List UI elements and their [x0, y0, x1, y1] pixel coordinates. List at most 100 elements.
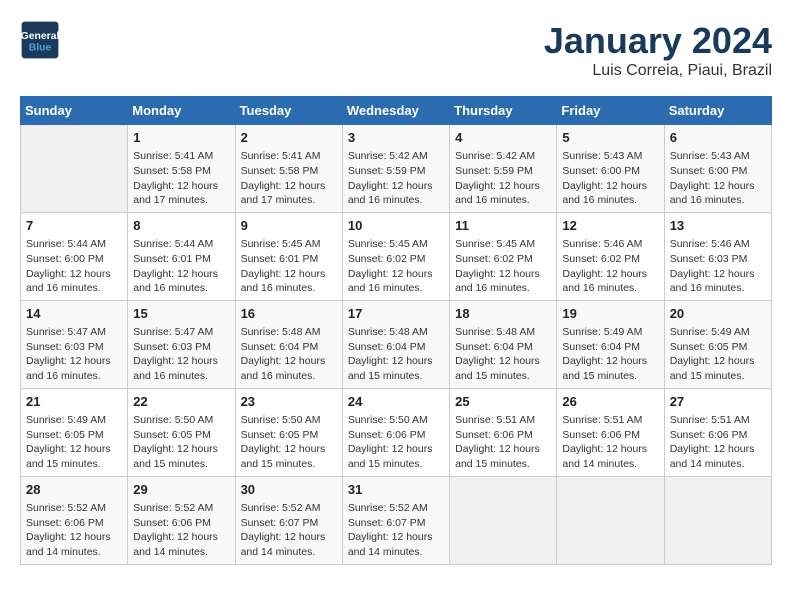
day-info: Sunrise: 5:51 AM Sunset: 6:06 PM Dayligh…	[455, 413, 551, 472]
day-info: Sunrise: 5:52 AM Sunset: 6:06 PM Dayligh…	[133, 501, 229, 560]
svg-text:General: General	[21, 31, 60, 42]
day-number: 28	[26, 481, 122, 499]
day-number: 22	[133, 393, 229, 411]
day-number: 10	[348, 217, 444, 235]
day-info: Sunrise: 5:48 AM Sunset: 6:04 PM Dayligh…	[348, 325, 444, 384]
calendar-cell: 13 Sunrise: 5:46 AM Sunset: 6:03 PM Dayli…	[664, 212, 771, 300]
day-info: Sunrise: 5:48 AM Sunset: 6:04 PM Dayligh…	[455, 325, 551, 384]
day-number: 15	[133, 305, 229, 323]
day-info: Sunrise: 5:50 AM Sunset: 6:06 PM Dayligh…	[348, 413, 444, 472]
calendar-week-row: 21Sunrise: 5:49 AM Sunset: 6:05 PM Dayli…	[21, 388, 772, 476]
day-info: Sunrise: 5:42 AM Sunset: 5:59 PM Dayligh…	[348, 149, 444, 208]
day-number: 7	[26, 217, 122, 235]
calendar-week-row: 7 Sunrise: 5:44 AM Sunset: 6:00 PM Daylig…	[21, 212, 772, 300]
calendar-week-row: 14 Sunrise: 5:47 AM Sunset: 6:03 PM Dayli…	[21, 300, 772, 388]
calendar-cell: 8 Sunrise: 5:44 AM Sunset: 6:01 PM Daylig…	[128, 212, 235, 300]
calendar-cell: 17 Sunrise: 5:48 AM Sunset: 6:04 PM Dayli…	[342, 300, 449, 388]
day-number: 21	[26, 393, 122, 411]
day-info: Sunrise: 5:50 AM Sunset: 6:05 PM Dayligh…	[133, 413, 229, 472]
day-info: Sunrise: 5:43 AM Sunset: 6:00 PM Dayligh…	[670, 149, 766, 208]
calendar-cell	[664, 476, 771, 564]
calendar-cell: 24Sunrise: 5:50 AM Sunset: 6:06 PM Dayli…	[342, 388, 449, 476]
weekday-header: Saturday	[664, 97, 771, 125]
weekday-header: Sunday	[21, 97, 128, 125]
day-number: 16	[241, 305, 337, 323]
weekday-header: Monday	[128, 97, 235, 125]
calendar-cell: 29 Sunrise: 5:52 AM Sunset: 6:06 PM Dayli…	[128, 476, 235, 564]
calendar-cell: 18Sunrise: 5:48 AM Sunset: 6:04 PM Dayli…	[450, 300, 557, 388]
day-info: Sunrise: 5:52 AM Sunset: 6:06 PM Dayligh…	[26, 501, 122, 560]
logo: General Blue	[20, 20, 64, 60]
calendar-cell: 30 Sunrise: 5:52 AM Sunset: 6:07 PM Dayli…	[235, 476, 342, 564]
day-number: 4	[455, 129, 551, 147]
day-info: Sunrise: 5:51 AM Sunset: 6:06 PM Dayligh…	[562, 413, 658, 472]
day-info: Sunrise: 5:50 AM Sunset: 6:05 PM Dayligh…	[241, 413, 337, 472]
calendar-cell: 15 Sunrise: 5:47 AM Sunset: 6:03 PM Dayli…	[128, 300, 235, 388]
calendar-cell: 4 Sunrise: 5:42 AM Sunset: 5:59 PM Daylig…	[450, 125, 557, 213]
day-number: 19	[562, 305, 658, 323]
day-number: 27	[670, 393, 766, 411]
day-info: Sunrise: 5:43 AM Sunset: 6:00 PM Dayligh…	[562, 149, 658, 208]
calendar-cell: 7 Sunrise: 5:44 AM Sunset: 6:00 PM Daylig…	[21, 212, 128, 300]
page-header: General Blue January 2024 Luis Correia, …	[20, 20, 772, 80]
svg-text:Blue: Blue	[29, 42, 52, 53]
day-info: Sunrise: 5:42 AM Sunset: 5:59 PM Dayligh…	[455, 149, 551, 208]
weekday-header: Friday	[557, 97, 664, 125]
day-info: Sunrise: 5:49 AM Sunset: 6:04 PM Dayligh…	[562, 325, 658, 384]
calendar-cell: 2 Sunrise: 5:41 AM Sunset: 5:58 PM Daylig…	[235, 125, 342, 213]
calendar-cell: 22 Sunrise: 5:50 AM Sunset: 6:05 PM Dayli…	[128, 388, 235, 476]
calendar-cell	[450, 476, 557, 564]
calendar-cell: 25 Sunrise: 5:51 AM Sunset: 6:06 PM Dayli…	[450, 388, 557, 476]
location: Luis Correia, Piaui, Brazil	[544, 62, 772, 80]
calendar-cell: 28 Sunrise: 5:52 AM Sunset: 6:06 PM Dayli…	[21, 476, 128, 564]
day-number: 2	[241, 129, 337, 147]
day-number: 13	[670, 217, 766, 235]
day-number: 14	[26, 305, 122, 323]
day-number: 25	[455, 393, 551, 411]
day-info: Sunrise: 5:44 AM Sunset: 6:00 PM Dayligh…	[26, 237, 122, 296]
day-number: 1	[133, 129, 229, 147]
day-info: Sunrise: 5:41 AM Sunset: 5:58 PM Dayligh…	[241, 149, 337, 208]
weekday-header: Wednesday	[342, 97, 449, 125]
month-title: January 2024	[544, 20, 772, 62]
day-info: Sunrise: 5:47 AM Sunset: 6:03 PM Dayligh…	[26, 325, 122, 384]
day-info: Sunrise: 5:46 AM Sunset: 6:02 PM Dayligh…	[562, 237, 658, 296]
day-number: 29	[133, 481, 229, 499]
calendar-cell: 14 Sunrise: 5:47 AM Sunset: 6:03 PM Dayli…	[21, 300, 128, 388]
day-info: Sunrise: 5:52 AM Sunset: 6:07 PM Dayligh…	[348, 501, 444, 560]
day-number: 8	[133, 217, 229, 235]
day-number: 23	[241, 393, 337, 411]
day-info: Sunrise: 5:44 AM Sunset: 6:01 PM Dayligh…	[133, 237, 229, 296]
day-number: 9	[241, 217, 337, 235]
day-number: 5	[562, 129, 658, 147]
day-info: Sunrise: 5:46 AM Sunset: 6:03 PM Dayligh…	[670, 237, 766, 296]
day-number: 30	[241, 481, 337, 499]
day-number: 12	[562, 217, 658, 235]
title-block: January 2024 Luis Correia, Piaui, Brazil	[544, 20, 772, 80]
calendar-cell: 23 Sunrise: 5:50 AM Sunset: 6:05 PM Dayli…	[235, 388, 342, 476]
calendar-cell: 9Sunrise: 5:45 AM Sunset: 6:01 PM Daylig…	[235, 212, 342, 300]
day-info: Sunrise: 5:47 AM Sunset: 6:03 PM Dayligh…	[133, 325, 229, 384]
calendar-table: SundayMondayTuesdayWednesdayThursdayFrid…	[20, 96, 772, 565]
calendar-cell: 5 Sunrise: 5:43 AM Sunset: 6:00 PM Daylig…	[557, 125, 664, 213]
calendar-cell: 31 Sunrise: 5:52 AM Sunset: 6:07 PM Dayli…	[342, 476, 449, 564]
day-info: Sunrise: 5:49 AM Sunset: 6:05 PM Dayligh…	[670, 325, 766, 384]
day-info: Sunrise: 5:52 AM Sunset: 6:07 PM Dayligh…	[241, 501, 337, 560]
logo-icon: General Blue	[20, 20, 60, 60]
day-number: 6	[670, 129, 766, 147]
day-info: Sunrise: 5:41 AM Sunset: 5:58 PM Dayligh…	[133, 149, 229, 208]
calendar-cell	[557, 476, 664, 564]
day-number: 11	[455, 217, 551, 235]
day-number: 31	[348, 481, 444, 499]
day-number: 3	[348, 129, 444, 147]
calendar-cell: 27Sunrise: 5:51 AM Sunset: 6:06 PM Dayli…	[664, 388, 771, 476]
calendar-cell: 10 Sunrise: 5:45 AM Sunset: 6:02 PM Dayli…	[342, 212, 449, 300]
calendar-cell: 11 Sunrise: 5:45 AM Sunset: 6:02 PM Dayli…	[450, 212, 557, 300]
day-number: 17	[348, 305, 444, 323]
calendar-cell: 6 Sunrise: 5:43 AM Sunset: 6:00 PM Daylig…	[664, 125, 771, 213]
weekday-header: Tuesday	[235, 97, 342, 125]
calendar-cell: 3 Sunrise: 5:42 AM Sunset: 5:59 PM Daylig…	[342, 125, 449, 213]
calendar-cell: 1 Sunrise: 5:41 AM Sunset: 5:58 PM Daylig…	[128, 125, 235, 213]
day-info: Sunrise: 5:45 AM Sunset: 6:02 PM Dayligh…	[348, 237, 444, 296]
day-info: Sunrise: 5:45 AM Sunset: 6:02 PM Dayligh…	[455, 237, 551, 296]
